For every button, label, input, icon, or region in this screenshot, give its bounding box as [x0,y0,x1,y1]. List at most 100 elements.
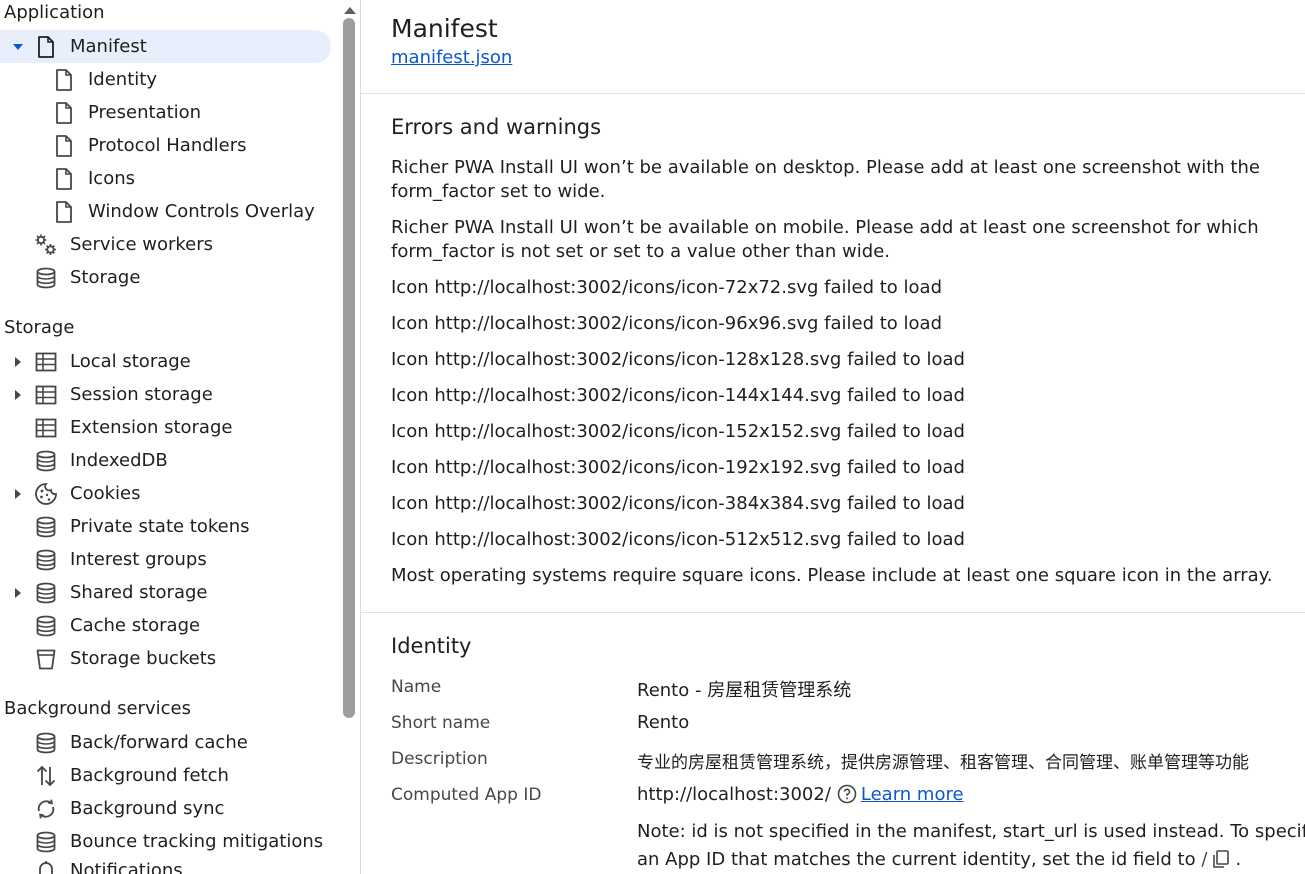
identity-app-id-row: http://localhost:3002/Learn more [637,784,964,809]
cookie-icon [34,482,58,506]
page-title: Manifest [391,14,498,43]
bell-icon [34,859,58,874]
document-icon [52,167,76,191]
expand-triangle-right-icon[interactable] [12,587,24,599]
error-message: Icon http://localhost:3002/icons/icon-12… [391,349,965,370]
sidebar-item-label: Extension storage [70,417,233,438]
sidebar-item-back-forward-cache[interactable]: Back/forward cache [0,726,330,759]
sidebar-item-label: Storage [70,267,141,288]
sidebar-item-private-state-tokens[interactable]: Private state tokens [0,510,330,543]
sidebar-item-background-fetch[interactable]: Background fetch [0,759,330,792]
manifest-panel: Manifest manifest.json Errors and warnin… [361,0,1305,874]
errors-section-title: Errors and warnings [391,115,602,139]
sidebar-item-identity[interactable]: Identity [0,63,330,96]
table-icon [34,350,58,374]
section-divider [361,612,1305,613]
sidebar-item-label: Cookies [70,483,141,504]
error-message: Icon http://localhost:3002/icons/icon-96… [391,313,943,334]
sidebar-item-local-storage[interactable]: Local storage [0,345,330,378]
database-icon [34,266,58,290]
expand-triangle-right-icon[interactable] [12,389,24,401]
sidebar-item-cookies[interactable]: Cookies [0,477,330,510]
help-icon[interactable] [837,784,857,809]
sidebar-item-label: IndexedDB [70,450,168,471]
sidebar-item-storage-buckets[interactable]: Storage buckets [0,642,330,675]
error-message: Richer PWA Install UI won’t be available… [391,157,1260,202]
sidebar-item-label: Interest groups [70,549,207,570]
sidebar-item-icons[interactable]: Icons [0,162,330,195]
identity-note-line2: an App ID that matches the current ident… [637,849,1196,870]
error-message: Icon http://localhost:3002/icons/icon-51… [391,529,965,550]
document-icon [52,134,76,158]
sidebar-item-interest-groups[interactable]: Interest groups [0,543,330,576]
identity-app-id-label: Computed App ID [391,785,542,805]
database-icon [34,548,58,572]
document-icon [34,35,58,59]
expand-triangle-right-icon[interactable] [12,488,24,500]
sidebar-item-label: Background fetch [70,765,229,786]
sidebar-item-extension-storage[interactable]: Extension storage [0,411,330,444]
sidebar-item-label: Protocol Handlers [88,135,247,156]
sidebar-item-app-storage[interactable]: Storage [0,261,330,294]
section-header-application: Application [4,2,105,23]
sidebar-item-window-controls-overlay[interactable]: Window Controls Overlay [0,195,330,228]
manifest-file-link[interactable]: manifest.json [391,47,512,68]
error-message: Icon http://localhost:3002/icons/icon-38… [391,493,965,514]
database-icon [34,614,58,638]
sidebar-item-label: Notifications [70,860,183,874]
table-icon [34,416,58,440]
sidebar-item-indexeddb[interactable]: IndexedDB [0,444,330,477]
copy-icon[interactable] [1211,849,1231,874]
sidebar-item-label: Background sync [70,798,225,819]
sidebar-item-background-sync[interactable]: Background sync [0,792,330,825]
document-icon [52,101,76,125]
document-icon [52,68,76,92]
sidebar-item-label: Session storage [70,384,213,405]
sidebar-item-label: Back/forward cache [70,732,248,753]
sidebar-tree: Application Manifest Identity Presentati… [0,0,340,874]
identity-note-line2-row: an App ID that matches the current ident… [637,849,1241,874]
document-icon [52,200,76,224]
error-message: Most operating systems require square ic… [391,565,1273,586]
database-icon [34,830,58,854]
identity-note-line1: Note: id is not specified in the manifes… [637,821,1305,842]
database-icon [34,581,58,605]
sidebar-item-manifest[interactable]: Manifest [0,30,331,63]
database-icon [34,515,58,539]
expand-triangle-down-icon[interactable] [12,41,24,53]
sidebar-item-label: Cache storage [70,615,201,636]
identity-note-id-value: / [1201,849,1208,870]
database-icon [34,449,58,473]
sidebar-item-label: Presentation [88,102,202,123]
error-message: Icon http://localhost:3002/icons/icon-19… [391,457,965,478]
database-icon [34,731,58,755]
learn-more-link[interactable]: Learn more [861,784,964,805]
expand-triangle-right-icon[interactable] [12,356,24,368]
identity-section-title: Identity [391,634,472,658]
sidebar-item-label: Local storage [70,351,191,372]
sidebar-item-cache-storage[interactable]: Cache storage [0,609,330,642]
identity-name-label: Name [391,677,442,697]
up-down-arrows-icon [34,764,58,788]
identity-description-value: 专业的房屋租赁管理系统，提供房源管理、租客管理、合同管理、账单管理等功能 [637,753,1249,773]
sidebar-scrollbar-thumb[interactable] [343,18,355,718]
sidebar-item-notifications[interactable]: Notifications [0,854,330,874]
sidebar-item-label: Shared storage [70,582,208,603]
identity-note-end: . [1235,849,1242,870]
error-message: Icon http://localhost:3002/icons/icon-15… [391,421,965,442]
sidebar-item-label: Storage buckets [70,648,217,669]
section-header-background-services: Background services [4,698,191,719]
sidebar-item-service-workers[interactable]: Service workers [0,228,330,261]
section-header-storage: Storage [4,317,75,338]
error-message: Icon http://localhost:3002/icons/icon-14… [391,385,965,406]
sidebar-item-session-storage[interactable]: Session storage [0,378,330,411]
sidebar-item-label: Service workers [70,234,214,255]
sidebar-item-protocol-handlers[interactable]: Protocol Handlers [0,129,330,162]
identity-name-value: Rento - 房屋租赁管理系统 [637,680,852,701]
gears-icon [34,233,58,257]
sidebar-item-presentation[interactable]: Presentation [0,96,330,129]
sidebar-item-shared-storage[interactable]: Shared storage [0,576,330,609]
sidebar-item-label: Identity [88,69,157,90]
scroll-up-arrow-icon[interactable] [343,0,357,14]
table-icon [34,383,58,407]
